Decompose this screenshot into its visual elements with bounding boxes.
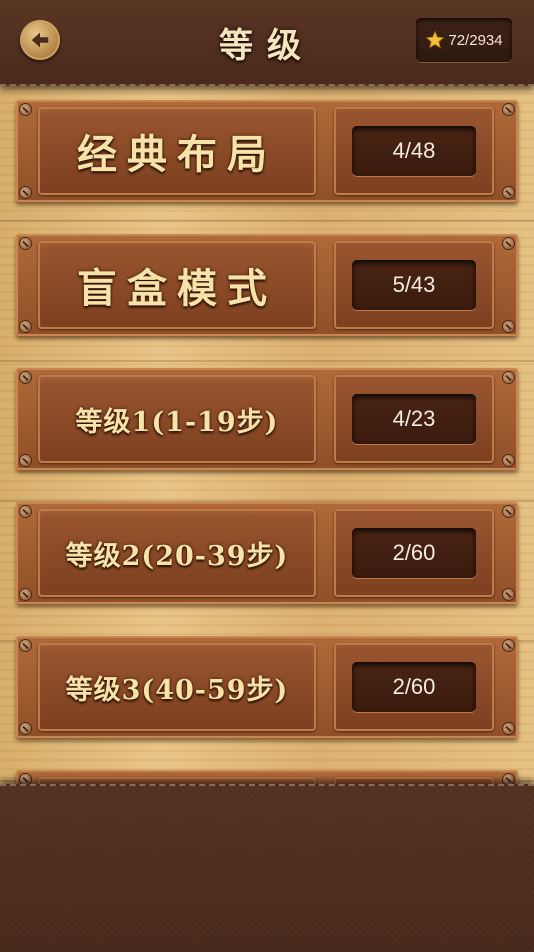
level-row-3[interactable]: 等级3(40-59步) 2/60 — [16, 636, 518, 738]
level-label-panel: 盲盒模式 — [38, 241, 316, 329]
screw-icon — [503, 723, 514, 734]
level-label: 经典布局 — [77, 131, 277, 178]
level-row-2[interactable]: 等级2(20-39步) 2/60 — [16, 502, 518, 604]
level-label: 等级2(20-39步) — [65, 540, 289, 572]
screw-icon — [503, 187, 514, 198]
star-count: 72/2934 — [448, 31, 503, 49]
top-bar: 等级 72/2934 — [0, 0, 534, 86]
screw-icon — [503, 372, 514, 383]
level-count-panel: 4/23 — [334, 375, 494, 463]
screw-icon — [20, 723, 31, 734]
level-label-panel: 等级1(1-19步) — [38, 375, 316, 463]
screw-icon — [503, 589, 514, 600]
level-progress: 4/23 — [352, 394, 476, 444]
level-label-panel: 等级2(20-39步) — [38, 509, 316, 597]
level-progress: 5/43 — [352, 260, 476, 310]
level-row-blindbox[interactable]: 盲盒模式 5/43 — [16, 234, 518, 336]
star-counter: 72/2934 — [416, 18, 512, 62]
level-progress: 2/60 — [352, 528, 476, 578]
level-list: 经典布局 4/48 盲盒模式 5/43 等级1(1-19步) 4/23 等级2(… — [0, 84, 534, 788]
screw-icon — [20, 640, 31, 651]
level-progress: 4/48 — [352, 126, 476, 176]
star-icon — [426, 30, 445, 49]
level-count-panel: 2/60 — [334, 643, 494, 731]
screw-icon — [20, 372, 31, 383]
screw-icon — [503, 321, 514, 332]
level-progress: 2/60 — [352, 662, 476, 712]
screw-icon — [20, 506, 31, 517]
screw-icon — [20, 187, 31, 198]
level-row-classic[interactable]: 经典布局 4/48 — [16, 100, 518, 202]
screw-icon — [20, 238, 31, 249]
screw-icon — [20, 104, 31, 115]
bottom-leather-panel — [0, 784, 534, 952]
level-label: 等级3(40-59步) — [65, 674, 289, 706]
level-label-panel: 经典布局 — [38, 107, 316, 195]
level-label-panel: 等级3(40-59步) — [38, 643, 316, 731]
level-row-1[interactable]: 等级1(1-19步) 4/23 — [16, 368, 518, 470]
level-count-panel: 5/43 — [334, 241, 494, 329]
screw-icon — [503, 506, 514, 517]
level-count-panel: 2/60 — [334, 509, 494, 597]
screw-icon — [503, 238, 514, 249]
screw-icon — [503, 104, 514, 115]
level-label: 盲盒模式 — [77, 265, 277, 312]
level-label: 等级1(1-19步) — [75, 406, 279, 438]
screw-icon — [20, 455, 31, 466]
screw-icon — [503, 455, 514, 466]
screw-icon — [503, 640, 514, 651]
level-count-panel: 4/48 — [334, 107, 494, 195]
screw-icon — [20, 589, 31, 600]
screw-icon — [20, 321, 31, 332]
